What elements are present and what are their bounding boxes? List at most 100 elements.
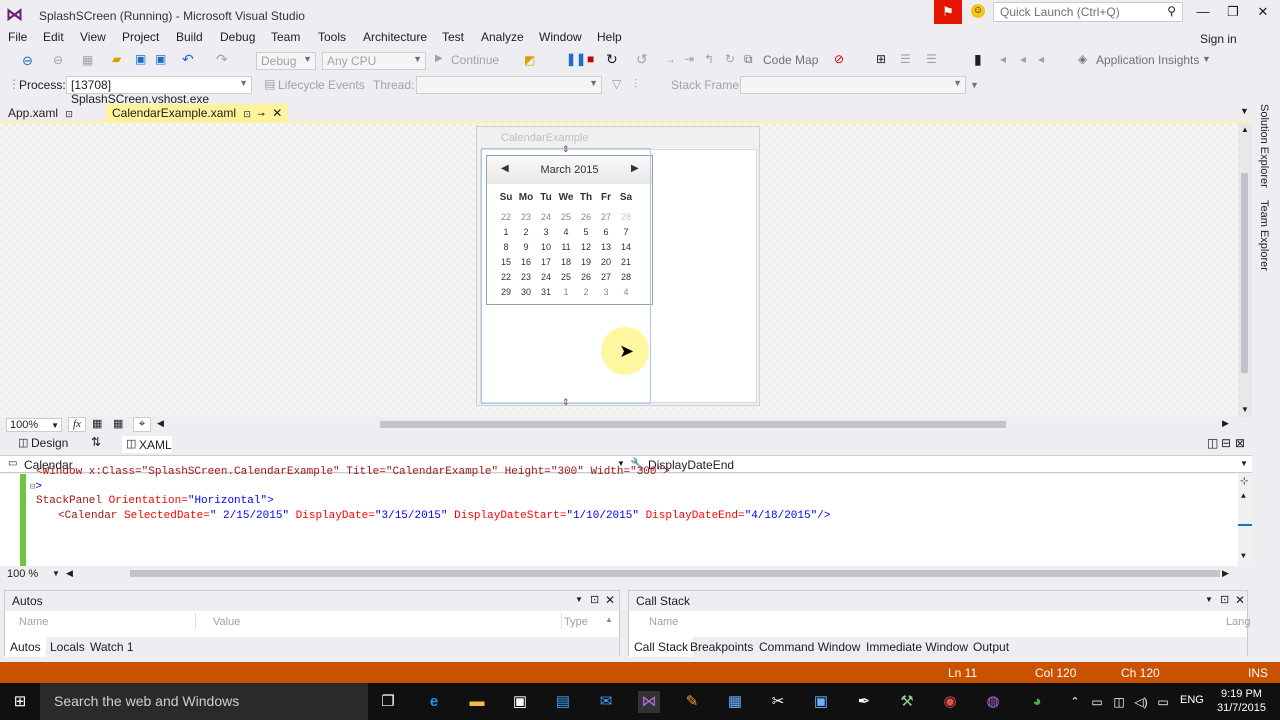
swap-panes-button[interactable]: ⇅	[91, 435, 101, 449]
task-view-icon[interactable]: ❐	[377, 691, 399, 713]
edge-browser-icon[interactable]: e	[423, 691, 445, 713]
filter-icon[interactable]: ▽	[612, 77, 621, 91]
editor-zoom-select[interactable]: 100 %	[7, 568, 38, 580]
chevron-down-icon[interactable]: ▼	[1240, 459, 1248, 468]
restore-button[interactable]: ❐	[1218, 4, 1248, 24]
editor-vertical-scrollbar[interactable]: ⊹ ▲ ▼	[1238, 474, 1252, 566]
breakpoints-icon[interactable]: ⊘	[834, 52, 844, 66]
bottom-resize-handle-icon[interactable]: ⇕	[562, 397, 570, 408]
save-all-icon[interactable]: ▣	[155, 52, 166, 66]
new-project-icon[interactable]: ▦	[82, 53, 93, 67]
tab-output[interactable]: Output	[968, 637, 1014, 657]
app-icon[interactable]: ▤	[552, 691, 574, 713]
tab-watch-1[interactable]: Watch 1	[85, 637, 139, 657]
show-hidden-icons-icon[interactable]: ⌃	[1064, 691, 1086, 713]
editor-horizontal-scroll-thumb[interactable]	[130, 570, 1220, 577]
app-window-icon[interactable]: ▣	[810, 691, 832, 713]
threads-icon[interactable]: ⫶	[634, 77, 637, 92]
action-center-icon[interactable]: ▭	[1152, 691, 1174, 713]
show-next-statement-icon[interactable]: ↺	[636, 51, 648, 68]
feedback-smiley-icon[interactable]: ☺	[971, 4, 985, 18]
solution-explorer-tab[interactable]: Solution Explorer	[1258, 104, 1270, 188]
menu-view[interactable]: View	[80, 30, 106, 44]
scroll-thumb[interactable]	[1241, 173, 1248, 373]
hex-display-icon[interactable]: ⊞	[876, 52, 886, 66]
chevron-down-icon[interactable]: ▼	[1202, 54, 1211, 64]
notifications-flag-icon[interactable]: ⚑	[934, 0, 962, 24]
tab-call-stack[interactable]: Call Stack	[629, 637, 694, 657]
indent-icon[interactable]: ☰	[900, 52, 911, 66]
tab-calendar-example-xaml[interactable]: CalendarExample.xaml ⊡ ⊸ ✕	[106, 104, 289, 122]
menu-debug[interactable]: Debug	[220, 30, 255, 44]
file-explorer-icon[interactable]: ▬	[466, 691, 488, 713]
menu-build[interactable]: Build	[176, 30, 203, 44]
chevron-down-icon[interactable]: ▼	[970, 80, 979, 90]
pen-icon[interactable]: ✒	[853, 691, 875, 713]
refresh-icon[interactable]: ↻	[725, 52, 735, 66]
close-icon[interactable]: ✕	[272, 106, 282, 120]
close-icon[interactable]: ✕	[605, 593, 615, 607]
menu-team[interactable]: Team	[271, 30, 300, 44]
code-map-button[interactable]: Code Map	[763, 53, 818, 67]
prev-bookmark-icon[interactable]: ◂	[1020, 52, 1026, 66]
tab-app-xaml[interactable]: App.xaml ⊡	[2, 104, 79, 122]
next-bookmark-icon[interactable]: ◂	[1000, 52, 1006, 66]
menu-analyze[interactable]: Analyze	[481, 30, 524, 44]
redo-icon[interactable]: ↷	[216, 51, 228, 68]
paint-icon[interactable]: ✎	[681, 691, 703, 713]
clear-bookmarks-icon[interactable]: ◂	[1038, 52, 1044, 66]
tab-immediate-window[interactable]: Immediate Window	[861, 637, 973, 657]
column-name[interactable]: Name	[649, 616, 678, 628]
quick-launch-input[interactable]: Quick Launch (Ctrl+Q) ⚲	[993, 2, 1183, 22]
tab-breakpoints[interactable]: Breakpoints	[685, 637, 758, 657]
tab-locals[interactable]: Locals	[45, 637, 90, 657]
tab-design[interactable]: Design	[31, 436, 68, 450]
menu-project[interactable]: Project	[122, 30, 159, 44]
keep-open-icon[interactable]: ⊸	[257, 109, 265, 119]
scroll-up-icon[interactable]: ▲	[1241, 492, 1246, 501]
notepad-icon[interactable]: ▦	[724, 691, 746, 713]
scroll-left-icon[interactable]: ◀	[66, 568, 73, 579]
tab-command-window[interactable]: Command Window	[754, 637, 865, 657]
window-options-icon[interactable]: ▼	[575, 595, 583, 604]
save-icon[interactable]: ▣	[135, 52, 146, 66]
visual-studio-taskbar-icon[interactable]: ⋈	[638, 691, 660, 713]
battery-icon[interactable]: ▭	[1086, 691, 1108, 713]
xaml-code-editor[interactable]: <Window x:Class="SplashSCreen.CalendarEx…	[0, 466, 1252, 566]
stack-frame-select[interactable]: ▼	[740, 76, 966, 94]
collapse-pane-icon[interactable]: ⊠	[1235, 436, 1245, 450]
navigate-back-icon[interactable]: ⊖	[22, 53, 33, 69]
pause-icon[interactable]: ❚❚	[566, 52, 586, 66]
step-into-icon[interactable]: →	[664, 52, 676, 66]
scroll-down-icon[interactable]: ▼	[1241, 552, 1246, 561]
designer-horizontal-scroll-thumb[interactable]	[380, 421, 1006, 428]
team-explorer-tab[interactable]: Team Explorer	[1258, 200, 1270, 271]
chevron-down-icon[interactable]: ▼	[52, 569, 60, 578]
column-name[interactable]: Name	[19, 616, 48, 628]
taskbar-search-box[interactable]: Search the web and Windows	[40, 683, 368, 720]
scroll-right-icon[interactable]: ▶	[1222, 418, 1229, 429]
bookmark-icon[interactable]: ▮	[974, 51, 982, 68]
mail-icon[interactable]: ✉	[595, 691, 617, 713]
stop-icon[interactable]: ■	[587, 52, 594, 66]
pin-icon[interactable]: ⊡	[590, 593, 599, 606]
scroll-right-icon[interactable]: ▶	[1222, 568, 1229, 579]
navigate-forward-icon[interactable]: ⊖	[53, 53, 63, 67]
chevron-down-icon[interactable]: ▼	[1240, 106, 1249, 116]
store-icon[interactable]: ▣	[509, 691, 531, 713]
split-editor-icon[interactable]: ⊹	[1240, 476, 1248, 488]
tab-xaml[interactable]: ◫ XAML	[122, 436, 172, 453]
close-button[interactable]: ✕	[1248, 4, 1278, 24]
solution-configuration-select[interactable]: Debug ▼	[256, 52, 316, 70]
tab-autos[interactable]: Autos	[5, 637, 46, 657]
window-options-icon[interactable]: ▼	[1205, 595, 1213, 604]
scroll-left-icon[interactable]: ◀	[157, 418, 164, 429]
debug-target-icon[interactable]: ◩	[524, 53, 535, 67]
column-type[interactable]: Type	[564, 616, 588, 628]
menu-edit[interactable]: Edit	[43, 30, 64, 44]
menu-tools[interactable]: Tools	[318, 30, 346, 44]
snap-to-lines-icon[interactable]: ⌖	[133, 417, 151, 432]
recorder-icon[interactable]: ◉	[939, 691, 961, 713]
start-windows-icon[interactable]: ⊞	[9, 691, 31, 713]
grid-toggle-icon[interactable]: ▦	[92, 417, 102, 430]
